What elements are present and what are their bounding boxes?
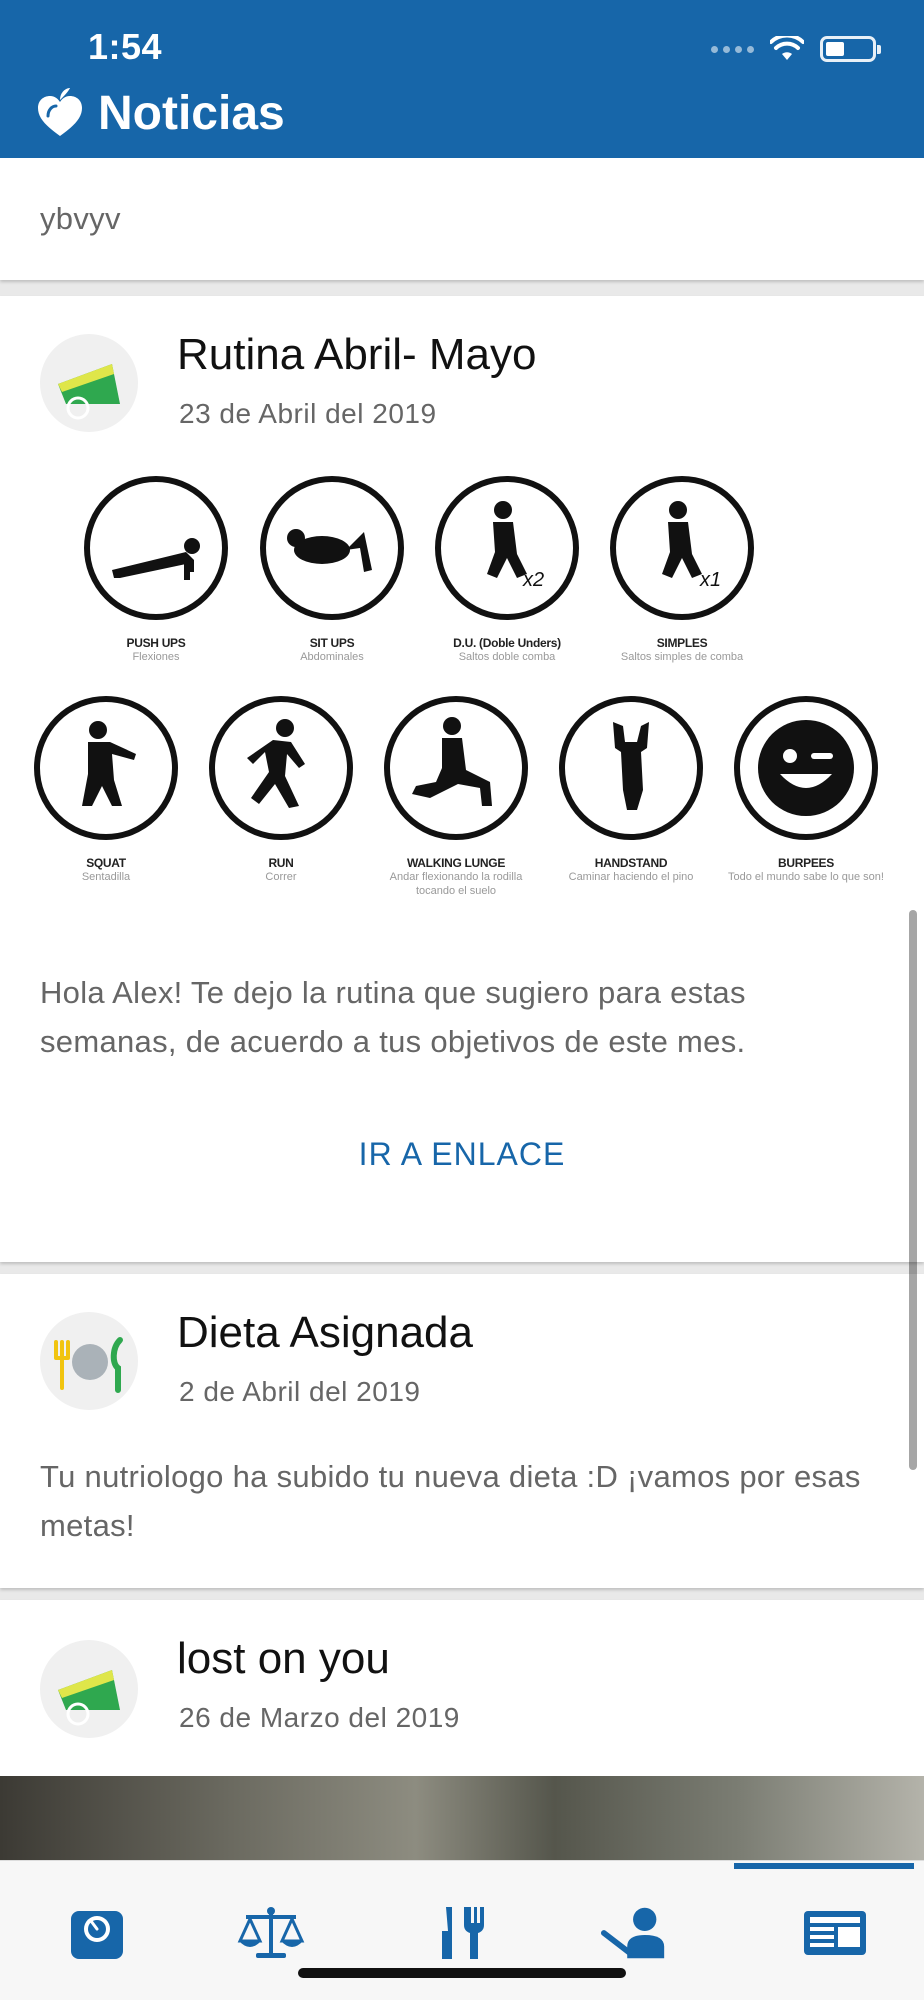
exercise-desc: Saltos doble comba	[458, 651, 556, 663]
double-unders-icon: x2	[435, 476, 579, 620]
exercise-desc: Abdominales	[300, 651, 364, 663]
go-to-link-button[interactable]: IR A ENLACE	[0, 1136, 924, 1173]
exercise-double-unders: x2 D.U. (Doble Unders) Saltos doble comb…	[427, 476, 587, 664]
exercise-squat: SQUAT Sentadilla	[26, 696, 186, 884]
active-tab-indicator	[734, 1863, 914, 1869]
apple-heart-logo-icon	[38, 88, 82, 136]
exercise-desc: Flexiones	[132, 651, 180, 663]
news-card-title: Rutina Abril- Mayo	[177, 330, 537, 379]
svg-text:x1: x1	[699, 569, 721, 591]
nav-diet[interactable]	[428, 1901, 498, 1965]
news-card-title: lost on you	[177, 1634, 390, 1683]
single-unders-icon: x1	[610, 476, 754, 620]
cutlery-icon	[442, 1907, 484, 1959]
exercise-push-ups: PUSH UPS Flexiones	[76, 476, 236, 664]
exercise-name: SIMPLES	[656, 636, 708, 650]
exercise-name: PUSH UPS	[126, 636, 186, 650]
news-card-body: ybvyv	[40, 201, 121, 236]
news-card-photo	[0, 1776, 924, 1860]
news-card: Rutina Abril- Mayo 23 de Abril del 2019 …	[0, 296, 924, 1262]
signal-icon	[711, 45, 754, 53]
exercise-burpees: BURPEES Todo el mundo sabe lo que son!	[726, 696, 886, 884]
plate-cutlery-icon	[40, 1312, 138, 1410]
run-icon	[209, 696, 353, 840]
nav-trainer[interactable]	[600, 1901, 670, 1965]
exercise-desc: Saltos simples de comba	[620, 651, 744, 663]
exercise-routine-image: PUSH UPS Flexiones SIT UPS Abdominales x…	[30, 476, 894, 946]
status-icons	[711, 34, 881, 64]
news-card-date: 26 de Marzo del 2019	[179, 1702, 460, 1733]
app-header: 1:54 Noticias	[0, 0, 924, 158]
balance-scale-icon	[237, 1907, 305, 1958]
wifi-icon	[770, 36, 804, 60]
exercise-name: HANDSTAND	[594, 856, 668, 870]
battery-icon	[820, 36, 881, 62]
exercise-run: RUN Correr	[201, 696, 361, 884]
news-card: ybvyv	[0, 158, 924, 280]
page-title: Noticias	[98, 87, 285, 140]
exercise-desc: Todo el mundo sabe lo que son!	[728, 871, 884, 883]
sit-ups-icon	[260, 476, 404, 620]
walking-lunge-icon	[384, 696, 528, 840]
bottom-navigation	[0, 1860, 924, 2000]
exercise-name: D.U. (Doble Unders)	[453, 636, 561, 650]
news-card: Dieta Asignada 2 de Abril del 2019 Tu nu…	[0, 1274, 924, 1588]
exercise-desc: Caminar haciendo el pino	[568, 871, 694, 883]
push-ups-icon	[84, 476, 228, 620]
news-card-title: Dieta Asignada	[177, 1308, 473, 1357]
trainer-icon	[600, 1907, 665, 1959]
handstand-icon	[559, 696, 703, 840]
scale-icon	[40, 334, 138, 432]
status-time: 1:54	[88, 26, 163, 67]
squat-icon	[34, 696, 178, 840]
nav-measurements[interactable]	[236, 1901, 306, 1965]
burpees-smiley-icon	[734, 696, 878, 840]
nav-news[interactable]	[800, 1901, 870, 1965]
exercise-sit-ups: SIT UPS Abdominales	[252, 476, 412, 664]
exercise-name: WALKING LUNGE	[406, 856, 506, 870]
exercise-name: SQUAT	[86, 856, 126, 870]
exercise-name: RUN	[268, 856, 294, 870]
exercise-desc: Sentadilla	[81, 871, 131, 883]
svg-text:x2: x2	[522, 569, 544, 591]
exercise-desc: Andar flexionando la rodilla tocando el …	[389, 871, 523, 897]
scrollbar[interactable]	[909, 910, 917, 1470]
news-card: lost on you 26 de Marzo del 2019	[0, 1600, 924, 1860]
news-card-body: Hola Alex! Te dejo la rutina que sugiero…	[40, 975, 746, 1059]
exercise-name: SIT UPS	[309, 636, 355, 650]
news-card-date: 23 de Abril del 2019	[179, 398, 437, 429]
exercise-walking-lunge: WALKING LUNGE Andar flexionando la rodil…	[376, 696, 536, 898]
nav-dashboard[interactable]	[62, 1901, 132, 1965]
news-feed[interactable]: ybvyv Rutina Abril- Mayo 23 de Abril del…	[0, 158, 924, 1860]
news-card-body: Tu nutriologo ha subido tu nueva dieta :…	[40, 1459, 861, 1543]
exercise-desc: Correr	[265, 871, 297, 883]
exercise-handstand: HANDSTAND Caminar haciendo el pino	[551, 696, 711, 884]
scale-icon	[40, 1640, 138, 1738]
exercise-name: BURPEES	[778, 856, 834, 870]
dashboard-scale-icon	[71, 1911, 123, 1959]
exercise-simples: x1 SIMPLES Saltos simples de comba	[602, 476, 762, 664]
news-icon	[804, 1911, 866, 1955]
news-card-date: 2 de Abril del 2019	[179, 1376, 421, 1407]
home-indicator[interactable]	[298, 1968, 626, 1978]
